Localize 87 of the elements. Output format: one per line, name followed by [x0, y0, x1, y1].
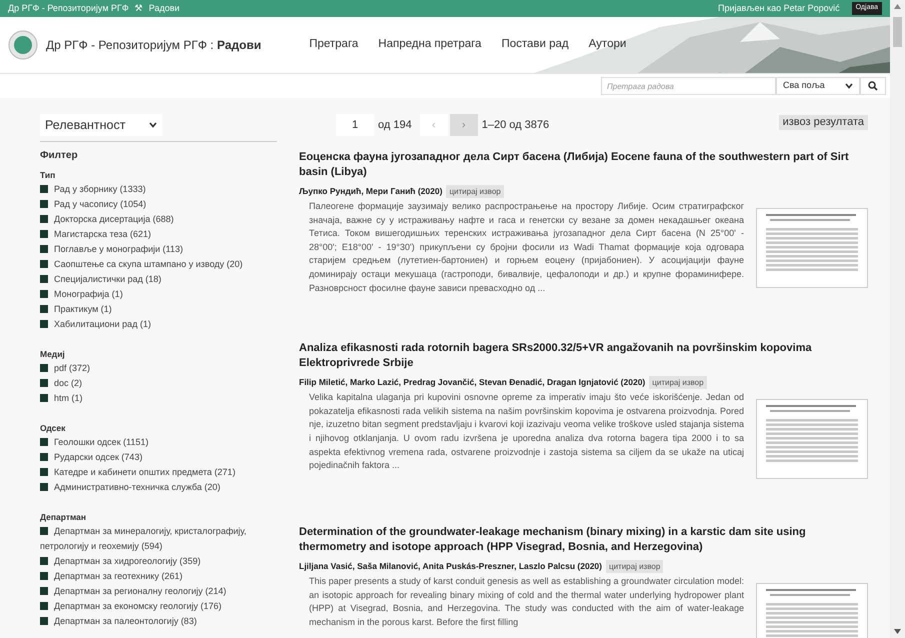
logo-icon	[8, 30, 38, 60]
nav-link[interactable]: Претрага	[309, 36, 358, 54]
result-authors: Љупко Рундић, Мери Ганић (2020)	[299, 185, 442, 198]
nav-link[interactable]: Напредна претрага	[378, 36, 482, 54]
filter-square-icon	[40, 200, 48, 208]
search-icon	[868, 81, 878, 91]
filter-square-icon	[40, 483, 48, 491]
filter-link[interactable]: Департман за палеонтологију (83)	[40, 614, 283, 629]
filter-square-icon	[40, 572, 48, 580]
filter-link[interactable]: pdf (372)	[40, 361, 283, 376]
document-thumbnail[interactable]	[756, 399, 868, 480]
cite-button[interactable]: цитирај извор	[446, 185, 504, 198]
result-abstract: Velika kapitalna ulaganja pri kupovini osnovne opreme za imperativ imaju što veće iskorišćenje. Jedan od pokazatelja efikasnosti rada velikih sistema na našim površinskim kopovima je ostvarena proizvodnja. Pored nje, izuzetno bitan segment predstavljaju i kvarovi koji izazivaju veoma velike troškove usled stajanja sistema i njihovog otklanjanja. U ovom radu izvršena je uporedna analiza dva rotorna bagera tipa 2000 i to sa aspekta efektivnog vremena rada, ostvarene proizvodnje i zastoja sistema sa ciljem da se ukaže na uticaj pojedinačnih faktora ...	[308, 391, 745, 472]
filter-group-heading: Одсек	[40, 422, 66, 435]
filter-link[interactable]: Департман за минералогију, кристалографију, петрологију и геохемију (594)	[40, 524, 283, 554]
scroll-up-icon[interactable]	[894, 4, 901, 9]
export-results-button[interactable]: извоз резултата	[778, 114, 868, 130]
filter-square-icon	[40, 275, 48, 283]
filter-link[interactable]: Монографија (1)	[40, 287, 283, 302]
filter-link[interactable]: Поглавље у монографији (113)	[40, 242, 283, 257]
filter-link[interactable]: Хабилитациони рад (1)	[40, 317, 283, 332]
filter-link[interactable]: htm (1)	[40, 391, 283, 406]
page-count: од 194	[378, 118, 412, 133]
filter-link[interactable]: Департман за економску геологију (176)	[40, 599, 283, 614]
result-authors: Ljiljana Vasić, Saša Milanović, Anita Puskás-Preszner, Laszlo Palcsu (2020)	[299, 560, 602, 574]
filter-square-icon	[40, 557, 48, 565]
result-title-link[interactable]: Determination of the groundwater-leakage mechanism (binary mixing) in a karstic dam site using thermometry and isotope approach (HPP Visegrad, Bosnia, and Herzegovina)	[299, 525, 868, 556]
filter-link[interactable]: Докторска дисертација (688)	[40, 212, 283, 227]
chevron-down-icon	[845, 83, 853, 89]
result-abstract: This paper presents a study of karst conduit genesis as well as establishing a groundwater circulation model: an isotopic approach for revealing binary mixing of cold and the thermal water underlying hydropower plant (HPP) at Visegrad, Bosnia, and Herzegovina. The study was conducted with the aim of water-leakage mechanism in the porous karst. Before the first filling	[308, 575, 745, 629]
filter-group-heading: Тип	[40, 169, 56, 182]
filter-link[interactable]: Административно-техничка служба (20)	[40, 480, 283, 495]
filter-link[interactable]: doc (2)	[40, 376, 283, 391]
filter-square-icon	[40, 215, 48, 223]
filter-square-icon	[40, 320, 48, 328]
filter-group-heading: Департман	[40, 511, 88, 524]
filter-square-icon	[40, 587, 48, 595]
page-number-field[interactable]: 1	[336, 114, 374, 136]
logged-in-text: Пријављен као Petar Popović	[718, 2, 840, 15]
nav-link[interactable]: Постави рад	[501, 36, 569, 54]
result-range: 1–20 од 3876	[482, 118, 550, 133]
filter-square-icon	[40, 527, 48, 535]
filter-link[interactable]: Катедре и кабинети општих предмета (271)	[40, 465, 283, 480]
filter-square-icon	[40, 468, 48, 476]
result-title-link[interactable]: Еоценска фауна југозападног дела Сирт басена (Либија) Eocene fauna of the southwestern part of Sirt basin (Libya)	[299, 150, 868, 180]
filter-link[interactable]: Рад у зборнику (1333)	[40, 182, 283, 197]
filter-link[interactable]: Департман за геотехнику (261)	[40, 569, 283, 584]
field-select[interactable]: Сва поља	[776, 77, 860, 95]
filter-link[interactable]: Специјалистички рад (18)	[40, 272, 283, 287]
filter-group-heading: Медиј	[40, 348, 66, 361]
filter-square-icon	[40, 230, 48, 238]
cite-button[interactable]: цитирај извор	[649, 376, 707, 390]
cite-button[interactable]: цитирај извор	[606, 560, 664, 574]
filter-square-icon	[40, 438, 48, 446]
filter-square-icon	[40, 185, 48, 193]
filter-link[interactable]: Геолошки одсек (1151)	[40, 435, 283, 450]
filter-square-icon	[40, 260, 48, 268]
filter-square-icon	[40, 394, 48, 402]
filter-link[interactable]: Саопштење са скупа штампано у изводу (20)	[40, 257, 283, 272]
filter-square-icon	[40, 453, 48, 461]
scrollbar-thumb[interactable]	[893, 17, 902, 47]
filter-link[interactable]: Магистарска теза (621)	[40, 227, 283, 242]
filter-square-icon	[40, 617, 48, 625]
filter-link[interactable]: Рударски одсек (743)	[40, 450, 283, 465]
chevron-down-icon	[149, 122, 157, 128]
filter-heading: Филтер	[40, 149, 79, 163]
filter-square-icon	[40, 305, 48, 313]
sort-select[interactable]: Релевантност	[40, 114, 162, 136]
filter-square-icon	[40, 290, 48, 298]
filter-square-icon	[40, 379, 48, 387]
nav-link[interactable]: Аутори	[588, 36, 626, 54]
filter-square-icon	[40, 245, 48, 253]
filter-link[interactable]: Департман за регионалну геологију (214)	[40, 584, 283, 599]
result-authors: Filip Miletić, Marko Lazić, Predrag Jovančić, Stevan Đenadić, Dragan Ignjatović (2020)	[299, 376, 646, 390]
scroll-down-icon[interactable]	[894, 629, 901, 634]
result-title-link[interactable]: Analiza efikasnosti rada rotornih bagera SRs2000.32/5+VR angažovanih na površinskim kopovima Elektroprivrede Srbije	[299, 341, 868, 372]
filter-square-icon	[40, 364, 48, 372]
filter-square-icon	[40, 602, 48, 610]
filter-link[interactable]: Рад у часопису (1054)	[40, 197, 283, 212]
site-title: Др РГФ - Репозиторијум РГФ : Радови	[46, 37, 262, 54]
filter-link[interactable]: Департман за хидрогеологију (359)	[40, 554, 283, 569]
tools-icon: ⚒	[134, 2, 143, 16]
search-button[interactable]	[860, 77, 886, 95]
search-field[interactable]: Претрага радова	[601, 77, 776, 95]
filter-link[interactable]: Практикум (1)	[40, 302, 283, 317]
document-thumbnail[interactable]	[756, 208, 868, 288]
result-abstract: Палеогене формације заузимају велико распрострањење на простору Либије. Осим стратиграфског значаја, важне су у истраживању нафте и гаса и генетски су везане за домен некадашњег океана Тетиса. Током вишегодишњих теренских истраживања југозападног дела Сирт басена (N 25°00' - 28°00'; E18°00' - 19°30') прикупљени су бројни фосили из Wadi Thamat формације која одговара старијем средњем (лутетиен-бартониен) и горњем еоцену (пријабониен). У асоцијацији фауне доминирају остаци мекушаца (гастроподи, бивалвије, цефалоподи и др.) и крупне фораминифере. Разноврсност фосилне фауне зависи превасходно од ...	[308, 200, 745, 295]
